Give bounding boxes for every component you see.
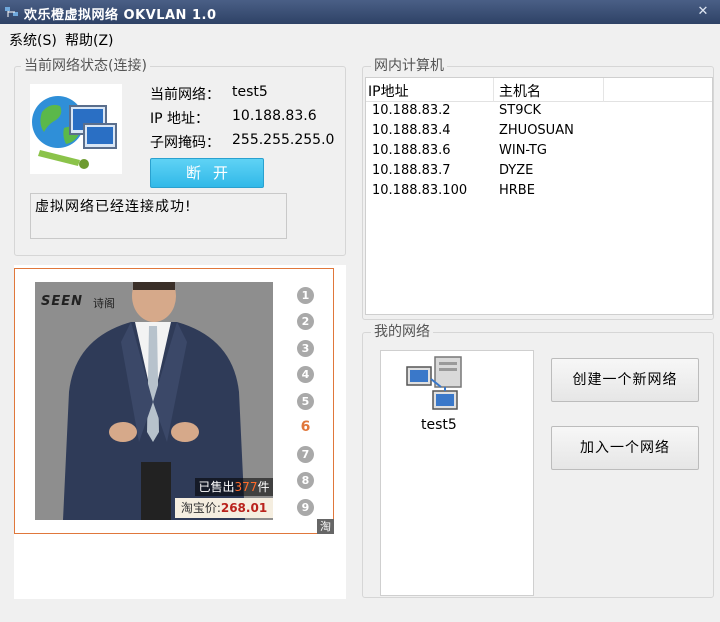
column-separator[interactable] <box>603 78 604 102</box>
status-group-legend: 当前网络状态(连接) <box>21 57 150 75</box>
ad-frame[interactable]: SEEN 诗阁 已售出377件 淘宝价:268.01元 1 2 3 4 5 6 … <box>14 268 334 534</box>
row-host: HRBE <box>499 183 535 198</box>
ad-page-3[interactable]: 3 <box>297 340 314 357</box>
my-network-list[interactable]: test5 <box>380 350 534 596</box>
app-icon <box>5 7 18 17</box>
join-network-button[interactable]: 加入一个网络 <box>551 426 699 470</box>
product-photo[interactable]: SEEN 诗阁 已售出377件 淘宝价:268.01元 <box>35 282 273 520</box>
ad-page-8[interactable]: 8 <box>297 472 314 489</box>
menu-system[interactable]: 系统(S) <box>9 30 57 50</box>
taobao-badge: 淘 <box>317 519 334 534</box>
network-label: 当前网络： <box>150 87 220 103</box>
row-ip: 10.188.83.4 <box>372 123 451 138</box>
ad-page-2[interactable]: 2 <box>297 313 314 330</box>
ip-label: IP 地址： <box>150 111 210 127</box>
column-ip-header[interactable]: IP地址 <box>368 81 409 101</box>
ad-page-6[interactable]: 6 <box>297 419 314 436</box>
network-entry-label: test5 <box>421 417 457 433</box>
table-row[interactable]: 10.188.83.7 DYZE <box>366 162 712 182</box>
row-host: ZHUOSUAN <box>499 123 574 138</box>
ad-page-4[interactable]: 4 <box>297 366 314 383</box>
create-network-button[interactable]: 创建一个新网络 <box>551 358 699 402</box>
computers-list[interactable]: IP地址 主机名 10.188.83.2 ST9CK 10.188.83.4 Z… <box>365 77 713 315</box>
network-globe-icon <box>30 84 122 174</box>
row-ip: 10.188.83.7 <box>372 163 451 178</box>
column-separator[interactable] <box>493 78 494 102</box>
sold-count-label: 已售出377件 <box>195 478 273 496</box>
row-host: ST9CK <box>499 103 542 118</box>
table-row[interactable]: 10.188.83.4 ZHUOSUAN <box>366 122 712 142</box>
disconnect-button[interactable]: 断开 <box>150 158 264 188</box>
computers-list-header: IP地址 主机名 <box>366 78 712 102</box>
price-tag: 淘宝价:268.01元 <box>175 498 273 518</box>
computers-group-legend: 网内计算机 <box>371 57 447 75</box>
network-entry[interactable]: test5 <box>405 353 469 435</box>
network-computers-icon <box>406 356 462 410</box>
menu-help[interactable]: 帮助(Z) <box>65 30 114 50</box>
row-host: DYZE <box>499 163 534 178</box>
brand-name: 诗阁 <box>93 297 115 310</box>
column-host-header[interactable]: 主机名 <box>499 81 541 101</box>
row-host: WIN-TG <box>499 143 547 158</box>
brand-logo: SEEN <box>41 294 84 309</box>
row-ip: 10.188.83.2 <box>372 103 451 118</box>
ad-page-7[interactable]: 7 <box>297 446 314 463</box>
ad-page-5[interactable]: 5 <box>297 393 314 410</box>
mask-value: 255.255.255.0 <box>232 132 335 148</box>
window-title: 欢乐橙虚拟网络 OKVLAN 1.0 <box>24 8 217 23</box>
ip-value: 10.188.83.6 <box>232 108 317 124</box>
ad-page-1[interactable]: 1 <box>297 287 314 304</box>
ad-panel: SEEN 诗阁 已售出377件 淘宝价:268.01元 1 2 3 4 5 6 … <box>14 265 346 599</box>
status-message: 虚拟网络已经连接成功! <box>30 193 287 239</box>
table-row[interactable]: 10.188.83.100 HRBE <box>366 182 712 202</box>
close-icon[interactable]: ✕ <box>694 3 712 21</box>
title-bar: 欢乐橙虚拟网络 OKVLAN 1.0 ✕ <box>0 0 720 24</box>
row-ip: 10.188.83.100 <box>372 183 468 198</box>
ad-page-9[interactable]: 9 <box>297 499 314 516</box>
network-value: test5 <box>232 84 268 100</box>
my-network-group-legend: 我的网络 <box>371 323 433 341</box>
menu-bar: 系统(S) 帮助(Z) <box>0 24 720 52</box>
table-row[interactable]: 10.188.83.6 WIN-TG <box>366 142 712 162</box>
table-row[interactable]: 10.188.83.2 ST9CK <box>366 102 712 122</box>
mask-label: 子网掩码： <box>150 135 220 151</box>
row-ip: 10.188.83.6 <box>372 143 451 158</box>
